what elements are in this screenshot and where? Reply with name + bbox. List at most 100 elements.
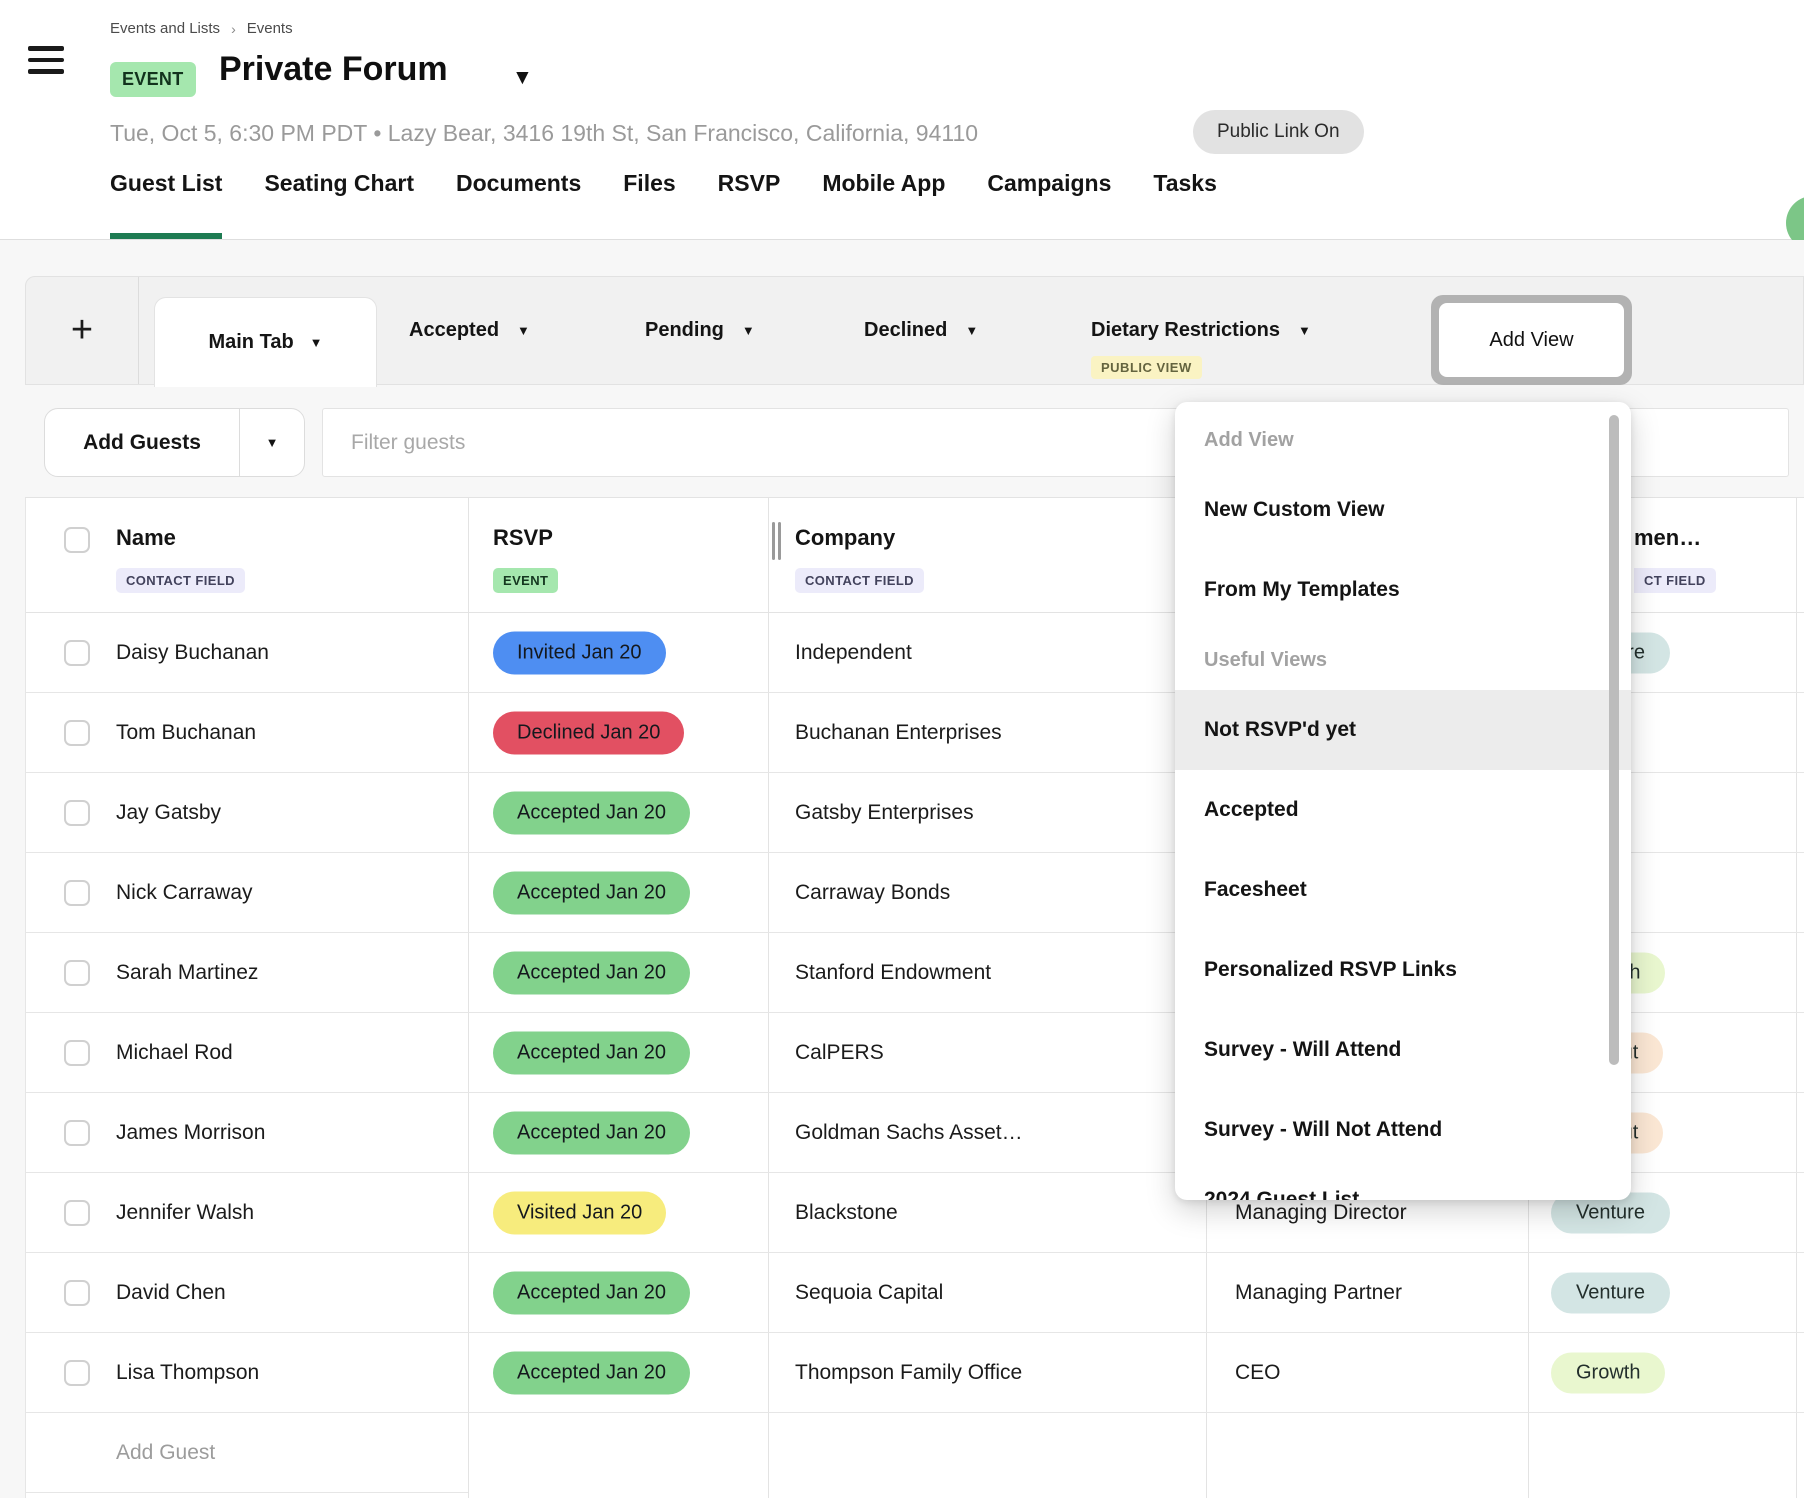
rsvp-status-badge[interactable]: Accepted Jan 20 — [493, 1271, 690, 1314]
guest-company: Goldman Sachs Asset… — [795, 1121, 1023, 1145]
menu-item-survey-will-attend[interactable]: Survey - Will Attend — [1175, 1010, 1631, 1090]
breadcrumb-events[interactable]: Events — [247, 20, 293, 37]
chevron-down-icon[interactable]: ▼ — [1298, 323, 1311, 338]
nav-tab-rsvp[interactable]: RSVP — [718, 170, 781, 239]
column-header-company[interactable]: Company — [795, 525, 895, 551]
add-guests-dropdown-button[interactable]: ▼ — [240, 409, 304, 476]
guest-list-page: Events and Lists › Events EVENT Private … — [0, 0, 1804, 1498]
add-guests-button[interactable]: Add Guests — [45, 409, 239, 476]
guest-company: Buchanan Enterprises — [795, 721, 1002, 745]
view-tab-main-tab[interactable]: Main Tab ▼ — [154, 297, 377, 387]
guest-name: Tom Buchanan — [116, 721, 256, 745]
rsvp-status-badge[interactable]: Accepted Jan 20 — [493, 1351, 690, 1394]
add-view-dropdown-menu: Add ViewNew Custom ViewFrom My Templates… — [1175, 402, 1631, 1200]
chevron-down-icon[interactable]: ▼ — [742, 323, 755, 338]
dropdown-scrollbar[interactable] — [1609, 415, 1619, 1065]
nav-tab-campaigns[interactable]: Campaigns — [987, 170, 1111, 239]
public-view-badge: PUBLIC VIEW — [1091, 356, 1202, 379]
rsvp-status-badge[interactable]: Declined Jan 20 — [493, 711, 684, 754]
rsvp-status-badge[interactable]: Accepted Jan 20 — [493, 791, 690, 834]
guest-segment-badge: Venture — [1551, 1272, 1670, 1313]
row-checkbox[interactable] — [64, 1040, 90, 1066]
nav-tab-tasks[interactable]: Tasks — [1153, 170, 1217, 239]
row-checkbox[interactable] — [64, 720, 90, 746]
add-view-tab-button[interactable]: + — [26, 277, 139, 384]
add-view-button-label: Add View — [1439, 303, 1624, 377]
rsvp-status-badge[interactable]: Accepted Jan 20 — [493, 951, 690, 994]
rsvp-status-badge[interactable]: Invited Jan 20 — [493, 631, 666, 674]
view-tab-label: Accepted — [409, 319, 499, 342]
guest-name: David Chen — [116, 1281, 226, 1305]
plus-icon: + — [71, 309, 93, 352]
menu-item-not-rsvp-d-yet[interactable]: Not RSVP'd yet — [1175, 690, 1631, 770]
guest-company: Stanford Endowment — [795, 961, 991, 985]
row-checkbox[interactable] — [64, 1120, 90, 1146]
view-tab-label: Pending — [645, 319, 724, 342]
guest-title: CEO — [1235, 1361, 1281, 1385]
row-checkbox[interactable] — [64, 640, 90, 666]
guest-name: James Morrison — [116, 1121, 265, 1145]
rsvp-status-badge[interactable]: Accepted Jan 20 — [493, 1111, 690, 1154]
menu-item-new-custom-view[interactable]: New Custom View — [1175, 470, 1631, 550]
chevron-down-icon[interactable]: ▼ — [517, 323, 530, 338]
guest-row[interactable]: David Chen Accepted Jan 20 Sequoia Capital… — [26, 1253, 1804, 1333]
menu-section-header: Add View — [1175, 410, 1631, 470]
nav-tab-guest-list[interactable]: Guest List — [110, 170, 222, 239]
view-tab-strip: + Main Tab ▼ Accepted ▼ Pending ▼ Declin… — [25, 276, 1804, 385]
guest-company: Gatsby Enterprises — [795, 801, 974, 825]
menu-item-accepted[interactable]: Accepted — [1175, 770, 1631, 850]
nav-tab-seating-chart[interactable]: Seating Chart — [264, 170, 414, 239]
guest-name: Sarah Martinez — [116, 961, 258, 985]
view-tab-label: Declined — [864, 319, 947, 342]
menu-item-facesheet[interactable]: Facesheet — [1175, 850, 1631, 930]
row-checkbox[interactable] — [64, 1200, 90, 1226]
column-header-fragment[interactable]: men… — [1634, 525, 1701, 551]
row-checkbox[interactable] — [64, 880, 90, 906]
menu-item-2024-guest-list[interactable]: 2024 Guest List — [1175, 1170, 1631, 1200]
breadcrumb-events-and-lists[interactable]: Events and Lists — [110, 20, 220, 37]
row-checkbox[interactable] — [64, 1360, 90, 1386]
menu-item-from-my-templates[interactable]: From My Templates — [1175, 550, 1631, 630]
row-checkbox[interactable] — [64, 960, 90, 986]
chevron-down-icon[interactable]: ▼ — [310, 335, 323, 350]
guest-name: Jennifer Walsh — [116, 1201, 254, 1225]
chevron-down-icon: ▼ — [266, 435, 279, 450]
column-resize-handle[interactable] — [778, 522, 781, 560]
menu-item-personalized-rsvp-links[interactable]: Personalized RSVP Links — [1175, 930, 1631, 1010]
guest-company: Sequoia Capital — [795, 1281, 943, 1305]
menu-item-survey-will-not-attend[interactable]: Survey - Will Not Attend — [1175, 1090, 1631, 1170]
event-date-location: Tue, Oct 5, 6:30 PM PDT • Lazy Bear, 341… — [110, 120, 978, 147]
column-header-rsvp[interactable]: RSVP — [493, 525, 553, 551]
name-field-type-badge: CONTACT FIELD — [116, 568, 245, 593]
nav-tab-documents[interactable]: Documents — [456, 170, 581, 239]
select-all-checkbox[interactable] — [64, 527, 90, 553]
column-header-name[interactable]: Name — [116, 525, 176, 551]
view-tab-pending[interactable]: Pending ▼ — [645, 277, 755, 384]
view-tab-declined[interactable]: Declined ▼ — [864, 277, 978, 384]
row-divider — [26, 1492, 468, 1493]
view-tab-accepted[interactable]: Accepted ▼ — [409, 277, 530, 384]
add-guest-label: Add Guest — [116, 1441, 215, 1465]
fragment-field-type-badge: CT FIELD — [1634, 568, 1716, 593]
rsvp-status-badge[interactable]: Visited Jan 20 — [493, 1191, 666, 1234]
column-resize-handle[interactable] — [772, 522, 775, 560]
guest-company: Carraway Bonds — [795, 881, 950, 905]
rsvp-status-badge[interactable]: Accepted Jan 20 — [493, 1031, 690, 1074]
add-guest-row[interactable]: Add Guest — [26, 1413, 1804, 1493]
chevron-down-icon[interactable]: ▼ — [965, 323, 978, 338]
nav-tab-files[interactable]: Files — [623, 170, 675, 239]
add-view-button[interactable]: Add View — [1431, 295, 1632, 385]
breadcrumb-separator-icon: › — [231, 21, 236, 37]
guest-company: CalPERS — [795, 1041, 884, 1065]
view-tab-label: Main Tab — [208, 331, 293, 354]
nav-tab-mobile-app[interactable]: Mobile App — [822, 170, 945, 239]
company-field-type-badge: CONTACT FIELD — [795, 568, 924, 593]
guest-row[interactable]: Lisa ThompsonAccepted Jan 20Thompson Fam… — [26, 1333, 1804, 1413]
row-checkbox[interactable] — [64, 800, 90, 826]
public-link-badge[interactable]: Public Link On — [1193, 110, 1364, 154]
event-switcher-caret-icon[interactable]: ▼ — [512, 66, 533, 90]
hamburger-menu-icon[interactable] — [28, 46, 64, 76]
nav-tabs: Guest List Seating Chart Documents Files RSV… — [110, 170, 1217, 239]
row-checkbox[interactable] — [64, 1280, 90, 1306]
rsvp-status-badge[interactable]: Accepted Jan 20 — [493, 871, 690, 914]
